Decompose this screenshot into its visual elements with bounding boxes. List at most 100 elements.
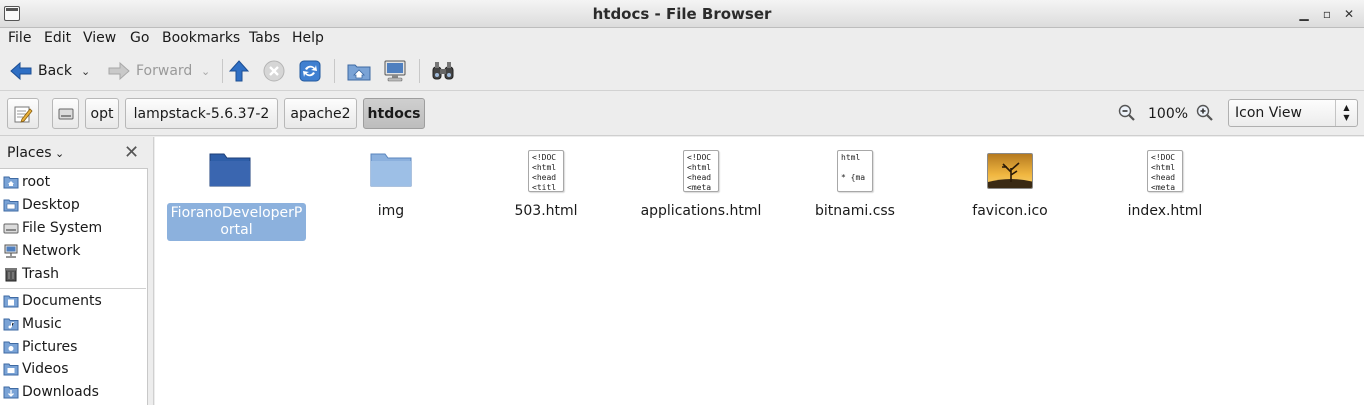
file-item-html[interactable]: <!DOC <html <head <meta applications.htm… xyxy=(626,147,776,237)
crumb-lampstack[interactable]: lampstack-5.6.37-2 xyxy=(125,98,278,129)
zoom-out-button[interactable] xyxy=(1118,104,1136,126)
sidebar-item-label: Videos xyxy=(22,361,69,377)
window-title: htdocs - File Browser xyxy=(592,5,772,23)
zoom-in-button[interactable] xyxy=(1196,104,1214,126)
home-button[interactable] xyxy=(347,51,371,91)
menu-view[interactable]: View xyxy=(83,30,116,46)
zoom-out-icon xyxy=(1118,104,1135,121)
downloads-folder-icon xyxy=(3,386,19,399)
search-button[interactable] xyxy=(431,51,455,91)
home-folder-icon xyxy=(3,176,19,189)
sidebar: Places ⌄ ✕ root Desktop File System Netw… xyxy=(0,137,148,405)
file-item-css[interactable]: html * {ma bitnami.css xyxy=(780,147,930,237)
places-dropdown[interactable]: Places ⌄ xyxy=(7,145,64,161)
maximize-button[interactable]: ▫ xyxy=(1318,5,1336,23)
toolbar: Back ⌄ Forward ⌄ xyxy=(0,51,1364,91)
menu-help[interactable]: Help xyxy=(292,30,324,46)
sidebar-item-label: Desktop xyxy=(22,197,80,213)
title-bar: htdocs - File Browser ▁ ▫ ✕ xyxy=(0,0,1364,28)
sidebar-item-label: Documents xyxy=(22,293,102,309)
menu-tabs[interactable]: Tabs xyxy=(249,30,280,46)
file-preview: <!DOC <html <head <titl xyxy=(532,153,557,192)
file-name: index.html xyxy=(1127,203,1203,219)
crumb-opt[interactable]: opt xyxy=(85,98,119,129)
trash-icon xyxy=(5,268,17,282)
drive-icon xyxy=(3,223,19,234)
sidebar-item-pictures[interactable]: Pictures xyxy=(0,336,146,358)
back-history-dropdown[interactable]: ⌄ xyxy=(81,51,90,91)
file-item-image[interactable]: favicon.ico xyxy=(935,147,1085,237)
stop-button[interactable] xyxy=(263,51,285,91)
menu-edit[interactable]: Edit xyxy=(44,30,71,46)
sidebar-item-label: Downloads xyxy=(22,384,99,400)
sidebar-item-network[interactable]: Network xyxy=(0,240,146,262)
music-folder-icon xyxy=(3,318,19,331)
back-arrow-icon xyxy=(10,61,32,81)
file-name: FioranoDeveloperPortal xyxy=(167,203,306,241)
file-item-html[interactable]: <!DOC <html <head <titl 503.html xyxy=(471,147,621,237)
sidebar-item-documents[interactable]: Documents xyxy=(0,290,146,312)
folder-icon xyxy=(370,153,412,187)
toggle-location-entry-button[interactable] xyxy=(7,98,39,129)
toolbar-separator xyxy=(222,59,223,83)
forward-label: Forward xyxy=(136,63,193,79)
sidebar-header: Places ⌄ ✕ xyxy=(0,137,148,169)
pane-splitter-handle[interactable] xyxy=(148,137,154,405)
menu-file[interactable]: File xyxy=(8,30,31,46)
back-button[interactable]: Back xyxy=(10,51,72,91)
stop-icon xyxy=(263,60,285,82)
crumb-htdocs[interactable]: htdocs xyxy=(363,98,425,129)
view-mode-select[interactable]: Icon View ▲ ▼ xyxy=(1228,99,1358,127)
sidebar-item-root[interactable]: root xyxy=(0,171,146,193)
chevron-down-icon: ⌄ xyxy=(51,147,65,160)
file-name: applications.html xyxy=(640,203,762,219)
sidebar-divider xyxy=(0,288,146,289)
sidebar-item-downloads[interactable]: Downloads xyxy=(0,381,146,403)
places-label: Places xyxy=(7,145,52,161)
binoculars-icon xyxy=(432,62,454,80)
sidebar-item-videos[interactable]: Videos xyxy=(0,358,146,380)
close-button[interactable]: ✕ xyxy=(1340,5,1358,23)
documents-folder-icon xyxy=(3,295,19,308)
forward-arrow-icon xyxy=(108,61,130,81)
sidebar-item-music[interactable]: Music xyxy=(0,313,146,335)
sidebar-item-label: Music xyxy=(22,316,62,332)
folder-icon xyxy=(209,153,251,187)
pictures-folder-icon xyxy=(3,341,19,354)
location-bar: opt lampstack-5.6.37-2 apache2 htdocs 10… xyxy=(0,92,1364,136)
file-item-folder[interactable]: img xyxy=(316,147,466,237)
file-preview: <!DOC <html <head <meta xyxy=(1151,153,1176,192)
sidebar-item-label: Pictures xyxy=(22,339,78,355)
select-arrows-icon: ▲ ▼ xyxy=(1335,100,1357,126)
menu-bookmarks[interactable]: Bookmarks xyxy=(162,30,240,46)
file-name: 503.html xyxy=(514,203,578,219)
sidebar-item-desktop[interactable]: Desktop xyxy=(0,194,146,216)
html-file-icon: <!DOC <html <head <meta xyxy=(683,150,719,192)
zoom-level[interactable]: 100% xyxy=(1148,106,1188,122)
file-item-html[interactable]: <!DOC <html <head <meta index.html xyxy=(1090,147,1240,237)
close-sidebar-icon[interactable]: ✕ xyxy=(124,142,139,163)
html-file-icon: <!DOC <html <head <titl xyxy=(528,150,564,192)
file-name: img xyxy=(377,203,405,219)
crumb-root-drive[interactable] xyxy=(52,98,79,129)
up-button[interactable] xyxy=(229,51,249,91)
file-item-folder[interactable]: FioranoDeveloperPortal xyxy=(155,147,306,241)
desktop-folder-icon xyxy=(3,199,19,212)
sidebar-item-file-system[interactable]: File System xyxy=(0,217,146,239)
css-file-icon: html * {ma xyxy=(837,150,873,192)
computer-icon xyxy=(384,60,406,82)
sidebar-item-trash[interactable]: Trash xyxy=(0,263,146,285)
videos-folder-icon xyxy=(3,363,19,376)
reload-icon xyxy=(299,60,321,82)
forward-history-dropdown[interactable]: ⌄ xyxy=(201,51,210,91)
file-name: favicon.ico xyxy=(972,203,1048,219)
forward-button[interactable]: Forward xyxy=(108,51,192,91)
minimize-button[interactable]: ▁ xyxy=(1295,5,1313,23)
crumb-apache2[interactable]: apache2 xyxy=(284,98,357,129)
icon-view[interactable]: FioranoDeveloperPortal img <!DOC <html <… xyxy=(155,137,1364,405)
reload-button[interactable] xyxy=(299,51,321,91)
sidebar-item-label: Network xyxy=(22,243,81,259)
computer-button[interactable] xyxy=(383,51,407,91)
menu-go[interactable]: Go xyxy=(130,30,149,46)
toolbar-separator xyxy=(334,59,335,83)
